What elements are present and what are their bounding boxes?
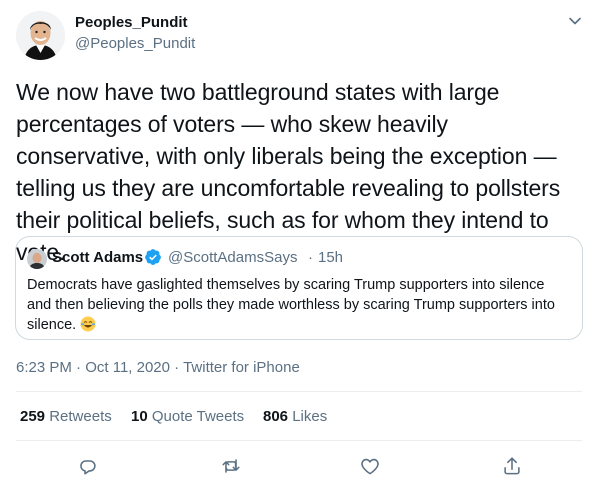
likes-stat[interactable]: 806 Likes xyxy=(263,408,327,425)
chevron-down-icon[interactable] xyxy=(566,12,584,30)
divider xyxy=(16,391,582,392)
quoted-tweet[interactable]: Scott Adams @ScottAdamsSays · 15h Democr… xyxy=(15,236,583,340)
reply-icon[interactable] xyxy=(77,455,99,477)
quoted-author-handle[interactable]: @ScottAdamsSays xyxy=(168,249,297,266)
tweet-time[interactable]: 6:23 PM xyxy=(16,359,72,376)
likes-count: 806 xyxy=(263,408,289,425)
likes-label: Likes xyxy=(292,408,328,425)
quoted-author-avatar[interactable] xyxy=(27,249,47,269)
tweet: Peoples_Pundit @Peoples_Pundit We now ha… xyxy=(0,0,598,490)
quoted-author-name[interactable]: Scott Adams xyxy=(52,249,143,266)
retweets-label: Retweets xyxy=(49,408,112,425)
quoted-tweet-text: Democrats have gaslighted themselves by … xyxy=(27,275,572,335)
share-icon[interactable] xyxy=(501,455,523,477)
tweet-source[interactable]: Twitter for iPhone xyxy=(183,359,300,376)
face-with-tears-of-joy-icon xyxy=(80,316,96,332)
like-icon[interactable] xyxy=(359,455,381,477)
separator-dot: · xyxy=(308,249,313,266)
tweet-metadata: 6:23 PM · Oct 11, 2020 · Twitter for iPh… xyxy=(16,359,300,376)
tweet-date[interactable]: Oct 11, 2020 xyxy=(85,359,170,376)
author-name[interactable]: Peoples_Pundit xyxy=(75,14,188,31)
author-avatar[interactable] xyxy=(16,11,65,60)
quoted-timestamp[interactable]: 15h xyxy=(318,249,343,266)
quote-tweets-count: 10 xyxy=(131,408,148,425)
retweets-stat[interactable]: 259 Retweets xyxy=(20,408,112,425)
retweet-icon[interactable] xyxy=(220,455,242,477)
quote-tweets-label: Quote Tweets xyxy=(151,408,245,425)
divider xyxy=(16,440,582,441)
author-handle[interactable]: @Peoples_Pundit xyxy=(75,35,195,52)
quoted-tweet-text-content: Democrats have gaslighted themselves by … xyxy=(27,277,555,333)
verified-badge-icon xyxy=(144,248,162,266)
quote-tweets-stat[interactable]: 10 Quote Tweets xyxy=(131,408,244,425)
meta-separator: · xyxy=(71,359,86,376)
retweets-count: 259 xyxy=(20,408,46,425)
meta-separator: · xyxy=(170,359,184,376)
